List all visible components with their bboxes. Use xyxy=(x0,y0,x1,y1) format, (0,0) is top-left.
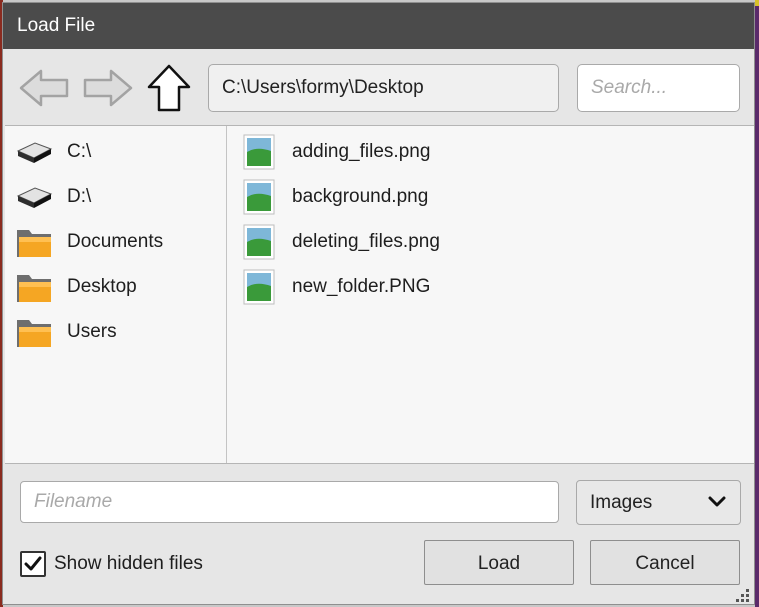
file-item[interactable]: deleting_files.png xyxy=(240,222,740,262)
show-hidden-toggle[interactable]: Show hidden files xyxy=(20,550,203,578)
cancel-button[interactable]: Cancel xyxy=(590,540,740,585)
show-hidden-label: Show hidden files xyxy=(54,553,203,574)
location-label: D:\ xyxy=(67,186,92,207)
forward-button[interactable] xyxy=(79,63,135,113)
image-file-icon xyxy=(240,178,278,216)
image-file-icon xyxy=(240,133,278,171)
file-type-dropdown[interactable]: Images xyxy=(576,480,741,525)
location-item-desktop[interactable]: Desktop xyxy=(15,267,220,307)
file-label: background.png xyxy=(292,186,429,207)
location-item-c-drive[interactable]: C:\ xyxy=(15,132,220,172)
location-label: Documents xyxy=(67,231,164,252)
filename-input[interactable] xyxy=(20,481,559,523)
background-edge-right xyxy=(755,0,759,607)
load-button[interactable]: Load xyxy=(424,540,574,585)
file-item[interactable]: background.png xyxy=(240,177,740,217)
location-label: Desktop xyxy=(67,276,137,297)
drive-icon xyxy=(15,178,53,216)
location-label: C:\ xyxy=(67,141,92,162)
location-label: Users xyxy=(67,321,117,342)
title-bar[interactable]: Load File xyxy=(3,3,754,49)
back-button[interactable] xyxy=(17,63,73,113)
location-item-documents[interactable]: Documents xyxy=(15,222,220,262)
path-field[interactable] xyxy=(208,64,559,112)
folder-icon xyxy=(15,223,53,261)
location-item-users[interactable]: Users xyxy=(15,312,220,352)
folder-icon xyxy=(15,313,53,351)
folder-icon xyxy=(15,268,53,306)
checkmark-icon xyxy=(24,556,42,571)
arrow-left-icon xyxy=(19,69,69,107)
up-button[interactable] xyxy=(143,63,195,113)
dialog-footer: Images Show hidden files Load Cancel xyxy=(3,465,754,604)
arrow-right-icon xyxy=(83,69,133,107)
window-title: Load File xyxy=(17,15,96,36)
location-item-d-drive[interactable]: D:\ xyxy=(15,177,220,217)
browser-panes: C:\ D:\ Documents Desktop Users adding_f… xyxy=(5,125,754,464)
resize-grip-icon[interactable] xyxy=(734,587,750,603)
chevron-down-icon xyxy=(708,496,726,507)
image-file-icon xyxy=(240,268,278,306)
file-label: adding_files.png xyxy=(292,141,431,162)
load-file-dialog: Load File C:\Users\formy\Desktop Search.… xyxy=(2,2,755,605)
files-pane[interactable]: adding_files.png background.png deleting… xyxy=(228,126,754,463)
file-item[interactable]: new_folder.PNG xyxy=(240,267,740,307)
search-input[interactable] xyxy=(577,64,740,112)
show-hidden-checkbox[interactable] xyxy=(20,551,46,577)
file-label: new_folder.PNG xyxy=(292,276,431,297)
image-file-icon xyxy=(240,223,278,261)
file-label: deleting_files.png xyxy=(292,231,440,252)
navigation-toolbar xyxy=(3,49,754,125)
drive-icon xyxy=(15,133,53,171)
file-type-value: Images xyxy=(590,492,653,513)
file-item[interactable]: adding_files.png xyxy=(240,132,740,172)
locations-pane[interactable]: C:\ D:\ Documents Desktop Users xyxy=(5,126,227,463)
arrow-up-icon xyxy=(147,64,191,112)
